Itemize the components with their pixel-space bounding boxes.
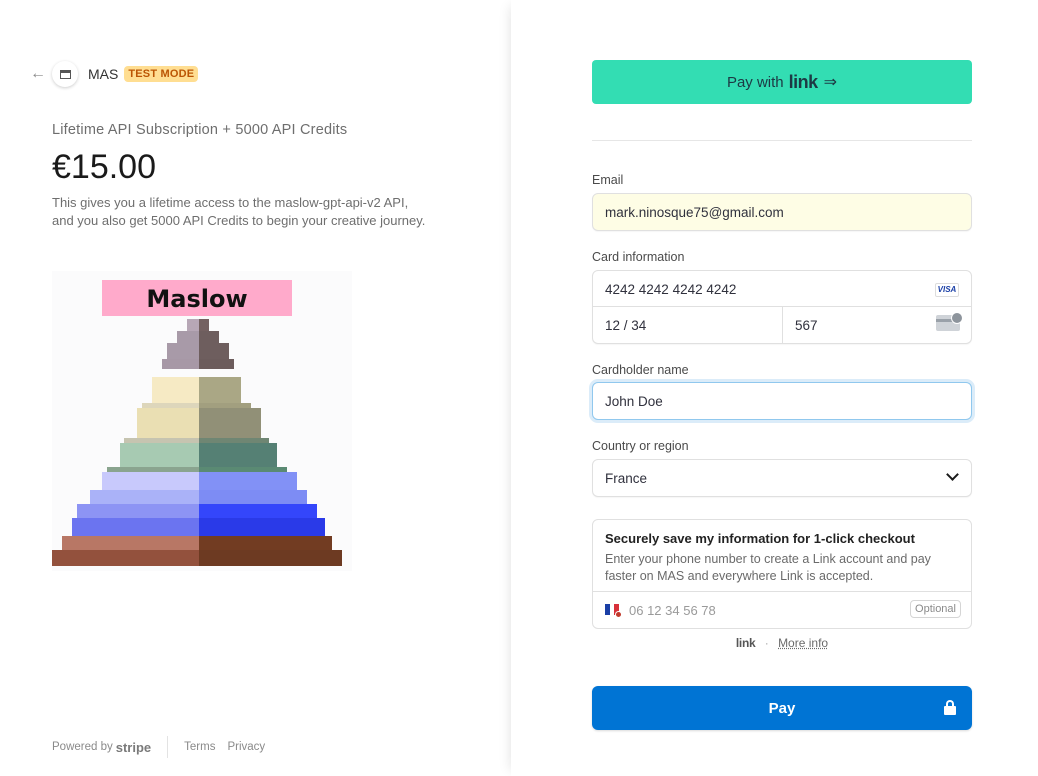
flag-badge-icon [615, 611, 622, 618]
lock-icon [944, 700, 956, 715]
card-cvc-value: 567 [795, 318, 818, 333]
country-value: France [605, 471, 648, 486]
cardholder-label: Cardholder name [592, 363, 689, 377]
country-select[interactable]: France [592, 459, 972, 497]
pay-button-label: Pay [768, 699, 796, 717]
card-info-group: 4242 4242 4242 4242 VISA 12 / 34 567 [592, 270, 972, 344]
cvc-card-icon [936, 312, 963, 331]
save-info-text: Enter your phone number to create a Link… [605, 552, 931, 583]
card-info-label: Card information [592, 250, 685, 264]
stripe-logo[interactable]: stripe [116, 740, 151, 755]
save-box-divider [593, 591, 971, 592]
card-expiry-value: 12 / 34 [605, 318, 647, 333]
optional-badge: Optional [910, 600, 961, 618]
more-info-link[interactable]: More info [778, 636, 828, 650]
powered-by-text: Powered by [52, 741, 113, 753]
product-summary-panel: ← MAS TEST MODE Lifetime API Subscriptio… [0, 0, 511, 776]
back-arrow-icon[interactable]: ← [30, 66, 46, 82]
card-number-field[interactable]: 4242 4242 4242 4242 VISA [593, 271, 971, 307]
phone-input[interactable]: 06 12 34 56 78 [629, 603, 716, 618]
product-name: Lifetime API Subscription + 5000 API Cre… [52, 122, 348, 138]
image-title: Maslow [146, 285, 247, 313]
link-save-box: Securely save my information for 1-click… [592, 519, 972, 629]
email-field[interactable]: mark.ninosque75@gmail.com [592, 193, 972, 231]
privacy-link[interactable]: Privacy [227, 741, 265, 753]
arrow-right-icon: ⇒ [823, 74, 838, 91]
terms-link[interactable]: Terms [184, 741, 215, 753]
save-info-title: Securely save my information for 1-click… [605, 531, 915, 546]
merchant-header: ← MAS TEST MODE [30, 60, 199, 88]
link-footer: link · More info [592, 636, 972, 650]
link-footer-dot: · [764, 636, 769, 650]
product-description: This gives you a lifetime access to the … [52, 195, 426, 228]
merchant-name: MAS [88, 66, 119, 82]
cardholder-name-value: John Doe [605, 394, 663, 409]
pay-with-link-button[interactable]: Pay with link ⇒ [592, 60, 972, 104]
card-expiry-field[interactable]: 12 / 34 [593, 307, 783, 344]
footer-divider [167, 736, 169, 758]
card-number-value: 4242 4242 4242 4242 [605, 282, 737, 297]
pay-button[interactable]: Pay [592, 686, 972, 730]
payment-form-panel: Pay with link ⇒ Email mark.ninosque75@gm… [511, 0, 1038, 776]
page-footer: Powered by stripe Terms Privacy [52, 736, 277, 758]
product-image: Maslow [52, 271, 352, 571]
chevron-down-icon [946, 468, 959, 481]
cardholder-name-field[interactable]: John Doe [592, 382, 972, 420]
email-value: mark.ninosque75@gmail.com [605, 205, 784, 220]
section-divider [592, 140, 972, 141]
merchant-logo-icon [52, 61, 78, 87]
visa-icon: VISA [935, 283, 959, 297]
test-mode-badge: TEST MODE [124, 66, 199, 82]
pay-with-label: Pay with [726, 73, 784, 91]
card-cvc-field[interactable]: 567 [783, 307, 972, 344]
email-label: Email [592, 173, 624, 187]
country-label: Country or region [592, 439, 689, 453]
product-price: €15.00 [52, 148, 156, 186]
link-logo: link [788, 71, 819, 92]
link-footer-logo: link [735, 636, 756, 650]
